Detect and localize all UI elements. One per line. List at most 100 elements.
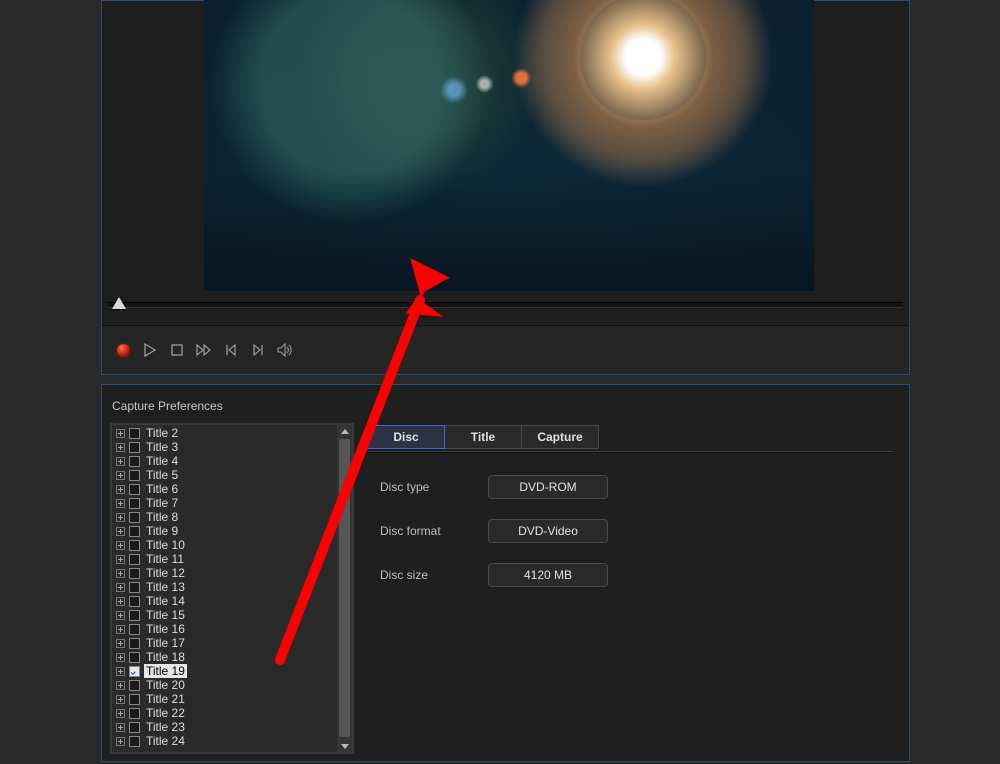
title-label[interactable]: Title 19: [144, 664, 187, 678]
title-list-scrollbar[interactable]: [337, 425, 352, 752]
title-row[interactable]: Title 11: [114, 552, 337, 566]
title-checkbox[interactable]: [129, 596, 140, 607]
title-row[interactable]: Title 20: [114, 678, 337, 692]
title-label[interactable]: Title 3: [144, 440, 180, 454]
title-label[interactable]: Title 22: [144, 706, 187, 720]
title-label[interactable]: Title 16: [144, 622, 187, 636]
tab-capture[interactable]: Capture: [521, 425, 599, 449]
expand-icon[interactable]: [116, 457, 125, 466]
title-row[interactable]: Title 18: [114, 650, 337, 664]
title-label[interactable]: Title 11: [144, 552, 186, 566]
title-row[interactable]: Title 8: [114, 510, 337, 524]
title-row[interactable]: Title 13: [114, 580, 337, 594]
title-label[interactable]: Title 18: [144, 650, 187, 664]
title-label[interactable]: Title 4: [144, 454, 180, 468]
title-list[interactable]: Title 2Title 3Title 4Title 5Title 6Title…: [112, 425, 337, 752]
expand-icon[interactable]: [116, 429, 125, 438]
expand-icon[interactable]: [116, 723, 125, 732]
title-label[interactable]: Title 14: [144, 594, 187, 608]
title-row[interactable]: Title 23: [114, 720, 337, 734]
tab-disc[interactable]: Disc: [367, 425, 445, 449]
title-row[interactable]: Title 10: [114, 538, 337, 552]
title-label[interactable]: Title 9: [144, 524, 180, 538]
expand-icon[interactable]: [116, 499, 125, 508]
scroll-up-button[interactable]: [337, 425, 352, 437]
title-row[interactable]: Title 9: [114, 524, 337, 538]
title-row[interactable]: Title 4: [114, 454, 337, 468]
expand-icon[interactable]: [116, 695, 125, 704]
title-row[interactable]: Title 7: [114, 496, 337, 510]
expand-icon[interactable]: [116, 555, 125, 564]
title-checkbox[interactable]: [129, 554, 140, 565]
expand-icon[interactable]: [116, 709, 125, 718]
title-label[interactable]: Title 17: [144, 636, 187, 650]
title-checkbox[interactable]: [129, 568, 140, 579]
title-checkbox[interactable]: [129, 680, 140, 691]
title-label[interactable]: Title 13: [144, 580, 187, 594]
title-checkbox[interactable]: [129, 610, 140, 621]
volume-button[interactable]: [276, 341, 294, 359]
title-checkbox[interactable]: [129, 484, 140, 495]
step-forward-button[interactable]: [249, 341, 267, 359]
title-row[interactable]: Title 15: [114, 608, 337, 622]
record-button[interactable]: [114, 341, 132, 359]
title-row[interactable]: Title 16: [114, 622, 337, 636]
title-checkbox[interactable]: [129, 582, 140, 593]
expand-icon[interactable]: [116, 681, 125, 690]
title-checkbox[interactable]: [129, 526, 140, 537]
expand-icon[interactable]: [116, 583, 125, 592]
scrub-handle[interactable]: [112, 297, 126, 309]
title-row[interactable]: Title 6: [114, 482, 337, 496]
expand-icon[interactable]: [116, 597, 125, 606]
title-label[interactable]: Title 20: [144, 678, 187, 692]
title-row[interactable]: Title 17: [114, 636, 337, 650]
title-label[interactable]: Title 6: [144, 482, 180, 496]
title-row[interactable]: Title 5: [114, 468, 337, 482]
expand-icon[interactable]: [116, 471, 125, 480]
title-row[interactable]: Title 24: [114, 734, 337, 748]
expand-icon[interactable]: [116, 625, 125, 634]
scrollbar-thumb[interactable]: [339, 439, 350, 737]
title-checkbox[interactable]: [129, 442, 140, 453]
expand-icon[interactable]: [116, 541, 125, 550]
title-checkbox[interactable]: [129, 428, 140, 439]
disc-type-value[interactable]: DVD-ROM: [488, 475, 608, 499]
expand-icon[interactable]: [116, 667, 125, 676]
title-checkbox[interactable]: [129, 512, 140, 523]
title-checkbox[interactable]: [129, 666, 140, 677]
title-row[interactable]: Title 2: [114, 426, 337, 440]
title-checkbox[interactable]: [129, 456, 140, 467]
tab-title[interactable]: Title: [444, 425, 522, 449]
disc-size-value[interactable]: 4120 MB: [488, 563, 608, 587]
title-label[interactable]: Title 24: [144, 734, 187, 748]
title-row[interactable]: Title 22: [114, 706, 337, 720]
title-label[interactable]: Title 5: [144, 468, 180, 482]
stop-button[interactable]: [168, 341, 186, 359]
expand-icon[interactable]: [116, 443, 125, 452]
title-checkbox[interactable]: [129, 540, 140, 551]
title-label[interactable]: Title 7: [144, 496, 180, 510]
expand-icon[interactable]: [116, 639, 125, 648]
title-checkbox[interactable]: [129, 708, 140, 719]
title-label[interactable]: Title 15: [144, 608, 187, 622]
title-label[interactable]: Title 21: [144, 692, 187, 706]
title-checkbox[interactable]: [129, 722, 140, 733]
title-checkbox[interactable]: [129, 624, 140, 635]
title-checkbox[interactable]: [129, 470, 140, 481]
title-label[interactable]: Title 10: [144, 538, 187, 552]
title-checkbox[interactable]: [129, 652, 140, 663]
fast-forward-button[interactable]: [195, 341, 213, 359]
title-checkbox[interactable]: [129, 638, 140, 649]
title-row[interactable]: Title 12: [114, 566, 337, 580]
expand-icon[interactable]: [116, 527, 125, 536]
title-row[interactable]: Title 19: [114, 664, 337, 678]
expand-icon[interactable]: [116, 569, 125, 578]
play-button[interactable]: [141, 341, 159, 359]
expand-icon[interactable]: [116, 611, 125, 620]
title-label[interactable]: Title 12: [144, 566, 187, 580]
title-row[interactable]: Title 21: [114, 692, 337, 706]
expand-icon[interactable]: [116, 485, 125, 494]
step-back-button[interactable]: [222, 341, 240, 359]
title-checkbox[interactable]: [129, 498, 140, 509]
title-checkbox[interactable]: [129, 736, 140, 747]
